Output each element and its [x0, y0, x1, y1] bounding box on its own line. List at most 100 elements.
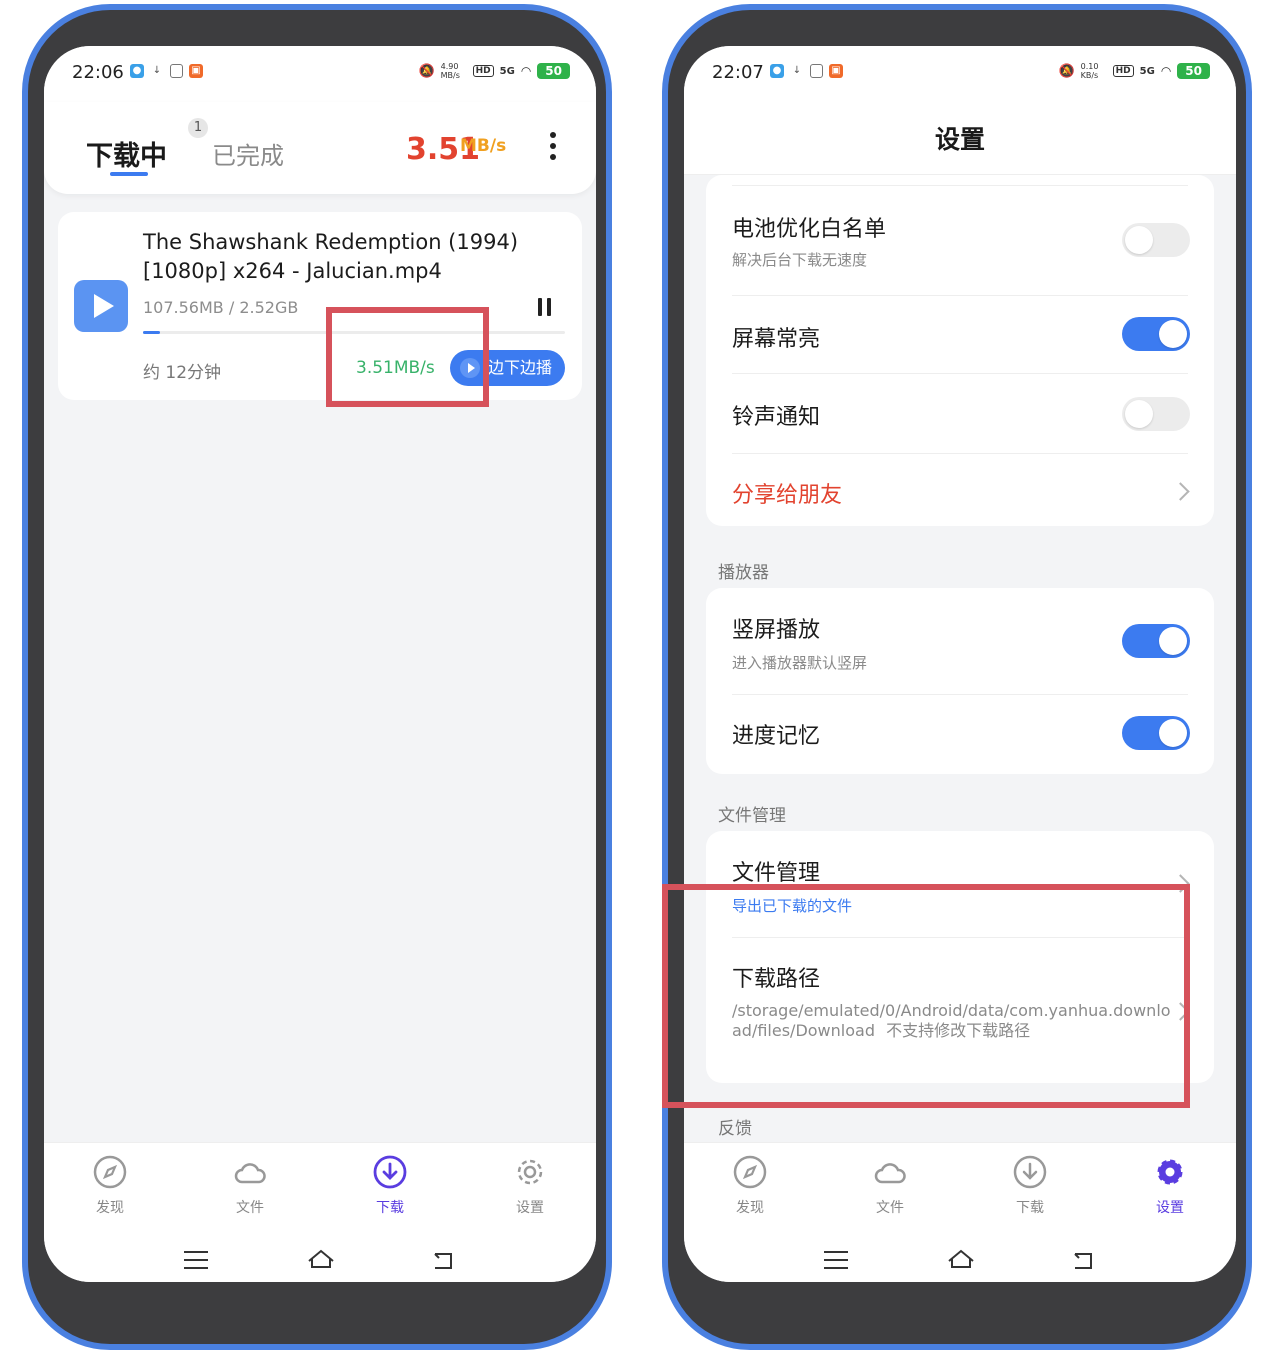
nav-files[interactable]: 文件 — [210, 1155, 290, 1217]
mute-icon: 🔕 — [1058, 63, 1075, 79]
system-nav-bar — [684, 1247, 1236, 1275]
nav-label: 设置 — [516, 1200, 544, 1216]
app-notification-icon: ● — [130, 64, 144, 78]
back-icon[interactable] — [1070, 1249, 1096, 1271]
setting-title: 电池优化白名单 — [732, 217, 887, 242]
chevron-right-icon — [1171, 482, 1190, 501]
highlight-box-download-path — [662, 884, 1190, 1108]
setting-progress-memory[interactable]: 进度记忆 — [706, 694, 1214, 774]
home-icon[interactable] — [946, 1247, 976, 1271]
phone-frame-right: 22:07 ● ↓ ▣ 🔕 0.10 KB/s HD 5G ◠ 50 设置 电池… — [662, 4, 1252, 1350]
download-eta: 约 12分钟 — [143, 363, 222, 383]
downloads-screen: 22:06 ● ↓ ▣ 🔕 4.90 MB/s HD 5G ◠ 50 下载中 1… — [44, 46, 596, 1282]
setting-subtitle: 进入播放器默认竖屏 — [732, 654, 868, 672]
file-status-icon — [170, 64, 183, 78]
setting-share[interactable]: 分享给朋友 — [706, 453, 1214, 526]
back-icon[interactable] — [430, 1249, 456, 1271]
nav-downloads[interactable]: 下载 — [350, 1155, 430, 1217]
compass-icon — [733, 1155, 767, 1189]
net-speed: 0.10 KB/s — [1080, 62, 1099, 80]
tab-underline — [110, 172, 148, 176]
nav-label: 下载 — [376, 1200, 404, 1216]
app-notification-icon: ● — [770, 64, 784, 78]
setting-ringtone[interactable]: 铃声通知 — [706, 373, 1214, 453]
tab-completed[interactable]: 已完成 — [212, 136, 284, 171]
setting-title: 屏幕常亮 — [732, 327, 821, 352]
recents-icon[interactable] — [184, 1251, 208, 1275]
more-menu-icon[interactable] — [550, 132, 556, 165]
network-type: 5G — [1139, 65, 1155, 77]
file-status-icon — [810, 64, 823, 78]
nav-settings[interactable]: 设置 — [490, 1155, 570, 1217]
ringtone-toggle[interactable] — [1122, 397, 1190, 431]
status-time: 22:06 — [72, 62, 124, 83]
settings-header: 设置 — [684, 102, 1236, 175]
stream-play-label: 边下边播 — [488, 358, 553, 377]
setting-title: 竖屏播放 — [732, 618, 821, 643]
home-icon[interactable] — [306, 1247, 336, 1271]
setting-screen-on[interactable]: 屏幕常亮 — [706, 295, 1214, 373]
progress-memory-toggle[interactable] — [1122, 716, 1190, 750]
nav-files[interactable]: 文件 — [850, 1155, 930, 1217]
app-status-icon: ▣ — [189, 64, 203, 78]
download-item[interactable]: The Shawshank Redemption (1994) [1080p] … — [58, 212, 582, 400]
status-bar: 22:07 ● ↓ ▣ 🔕 0.10 KB/s HD 5G ◠ 50 — [684, 46, 1236, 102]
section-label-files: 文件管理 — [718, 806, 786, 826]
download-circle-icon — [1013, 1155, 1047, 1189]
phone-frame-left: 22:06 ● ↓ ▣ 🔕 4.90 MB/s HD 5G ◠ 50 下载中 1… — [22, 4, 612, 1350]
general-settings-card: 电池优化白名单 解决后台下载无速度 屏幕常亮 铃声通知 分享给朋友 — [706, 175, 1214, 526]
wifi-icon: ◠ — [1160, 64, 1172, 78]
nav-downloads[interactable]: 下载 — [990, 1155, 1070, 1217]
pause-icon[interactable] — [538, 298, 552, 316]
setting-subtitle: 解决后台下载无速度 — [732, 251, 868, 269]
download-title: The Shawshank Redemption (1994) [1080p] … — [143, 230, 519, 283]
setting-portrait-play[interactable]: 竖屏播放 进入播放器默认竖屏 — [706, 588, 1214, 694]
setting-title: 进度记忆 — [732, 724, 821, 749]
setting-battery-whitelist[interactable]: 电池优化白名单 解决后台下载无速度 — [706, 185, 1214, 295]
download-status-icon: ↓ — [792, 65, 802, 76]
hd-icon: HD — [472, 65, 494, 77]
setting-title: 铃声通知 — [732, 405, 821, 430]
system-nav-bar — [44, 1247, 596, 1275]
nav-discover[interactable]: 发现 — [710, 1155, 790, 1217]
highlight-box-speed — [326, 307, 489, 407]
nav-label: 发现 — [736, 1200, 764, 1216]
nav-discover[interactable]: 发现 — [70, 1155, 150, 1217]
download-status-icon: ↓ — [152, 65, 162, 76]
compass-icon — [93, 1155, 127, 1189]
portrait-play-toggle[interactable] — [1122, 624, 1190, 658]
total-speed-unit: MB/s — [460, 136, 507, 156]
setting-title: 文件管理 — [732, 861, 821, 886]
tab-downloading[interactable]: 下载中 — [86, 134, 167, 173]
gear-icon — [1157, 1159, 1183, 1185]
nav-settings[interactable]: 设置 — [1130, 1155, 1210, 1217]
net-speed: 4.90 MB/s — [440, 62, 460, 80]
bottom-nav: 发现 文件 下载 设置 — [684, 1142, 1236, 1282]
status-time: 22:07 — [712, 62, 764, 83]
video-file-icon — [74, 280, 128, 332]
nav-label: 文件 — [876, 1200, 904, 1216]
download-progress-fill — [143, 331, 160, 334]
download-circle-icon — [373, 1155, 407, 1189]
nav-label: 文件 — [236, 1200, 264, 1216]
network-type: 5G — [499, 65, 515, 77]
status-bar: 22:06 ● ↓ ▣ 🔕 4.90 MB/s HD 5G ◠ 50 — [44, 46, 596, 102]
cloud-icon — [874, 1163, 906, 1184]
bottom-nav: 发现 文件 下载 设置 — [44, 1142, 596, 1282]
battery-indicator: 50 — [1177, 63, 1210, 79]
share-title: 分享给朋友 — [732, 483, 843, 508]
tab-count-badge: 1 — [188, 118, 208, 138]
gear-icon — [517, 1159, 543, 1185]
nav-label: 设置 — [1156, 1200, 1184, 1216]
player-settings-card: 竖屏播放 进入播放器默认竖屏 进度记忆 — [706, 588, 1214, 774]
nav-label: 下载 — [1016, 1200, 1044, 1216]
recents-icon[interactable] — [824, 1251, 848, 1275]
battery-indicator: 50 — [537, 63, 570, 79]
page-title: 设置 — [934, 125, 985, 154]
battery-whitelist-toggle[interactable] — [1122, 223, 1190, 257]
hd-icon: HD — [1112, 65, 1134, 77]
download-size: 107.56MB / 2.52GB — [143, 298, 299, 317]
screen-on-toggle[interactable] — [1122, 317, 1190, 351]
downloads-header: 下载中 1 已完成 3.51 MB/s — [44, 102, 596, 194]
wifi-icon: ◠ — [520, 64, 532, 78]
